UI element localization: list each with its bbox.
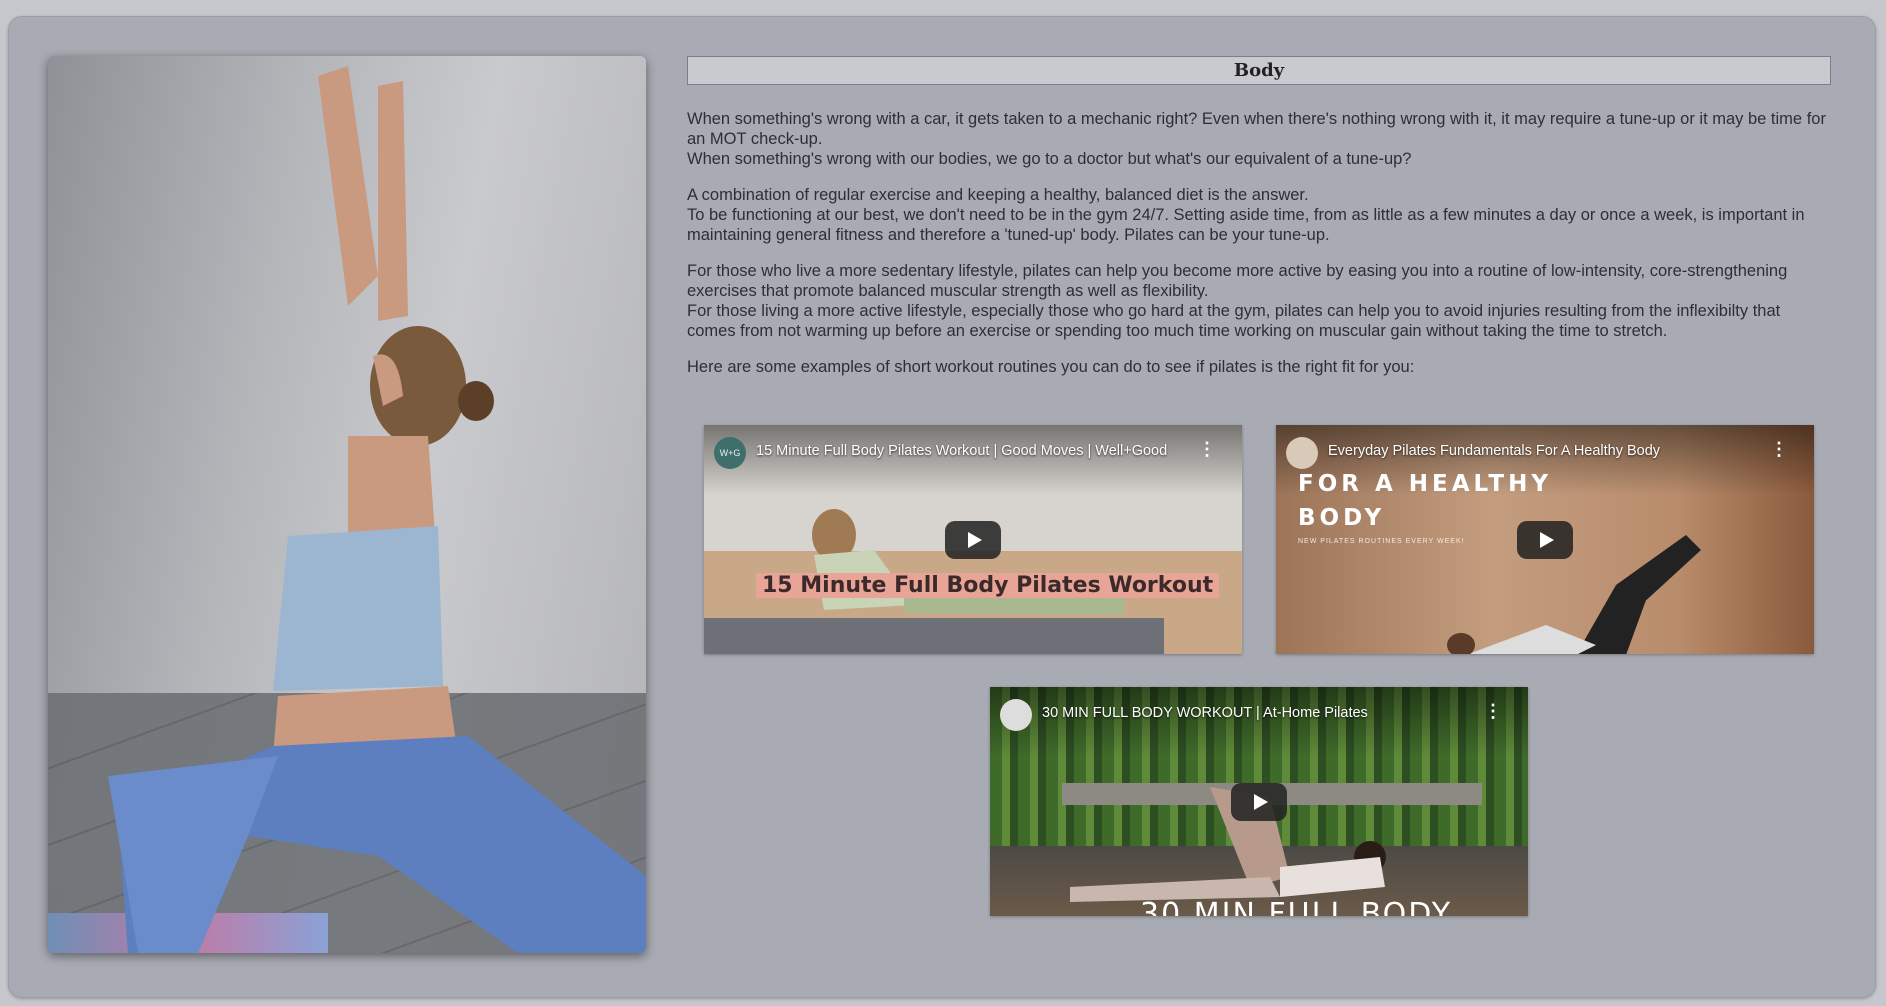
paragraph: Here are some examples of short workout … <box>687 357 1831 377</box>
main-content: Body When something's wrong with a car, … <box>687 56 1831 393</box>
video-3-title[interactable]: 30 MIN FULL BODY WORKOUT | At-Home Pilat… <box>1042 705 1368 721</box>
video-2-title[interactable]: Everyday Pilates Fundamentals For A Heal… <box>1328 443 1660 459</box>
video-3-thumbnail-figure <box>1070 787 1386 902</box>
more-options-icon[interactable]: ⋮ <box>1770 439 1788 460</box>
channel-avatar-icon[interactable] <box>1000 699 1032 731</box>
paragraph-line: Here are some examples of short workout … <box>687 358 1415 376</box>
yoga-pose-figure <box>108 66 646 953</box>
paragraph-line: For those living a more active lifestyle… <box>687 302 1781 340</box>
video-1-thumbnail-text: 15 Minute Full Body Pilates Workout <box>756 573 1220 598</box>
body-text: When something's wrong with a car, it ge… <box>687 109 1831 377</box>
thumbnail-text-line: BODY <box>1298 505 1386 531</box>
more-options-icon[interactable]: ⋮ <box>1484 701 1502 722</box>
channel-avatar-icon[interactable]: W+G <box>714 437 746 469</box>
paragraph-line: A combination of regular exercise and ke… <box>687 186 1309 204</box>
video-embed-2[interactable]: Everyday Pilates Fundamentals For A Heal… <box>1276 425 1814 654</box>
paragraph-line: When something's wrong with a car, it ge… <box>687 110 1826 148</box>
paragraph: A combination of regular exercise and ke… <box>687 185 1831 245</box>
video-3-thumbnail-text: 30 MIN FULL BODY <box>1140 897 1453 916</box>
video-embed-1[interactable]: W+G 15 Minute Full Body Pilates Workout … <box>704 425 1242 654</box>
paragraph: When something's wrong with a car, it ge… <box>687 109 1831 169</box>
paragraph: For those who live a more sedentary life… <box>687 261 1831 341</box>
play-icon[interactable] <box>1517 521 1573 559</box>
paragraph-line: When something's wrong with our bodies, … <box>687 150 1412 168</box>
video-3-title-shade <box>990 687 1528 757</box>
video-1-title-shade <box>704 425 1242 495</box>
video-2-thumbnail-text: FOR A HEALTHY BODY <box>1298 467 1552 535</box>
yoga-hero-image <box>48 56 646 953</box>
channel-avatar-icon[interactable] <box>1286 437 1318 469</box>
video-2-thumbnail-subtext: NEW PILATES ROUTINES EVERY WEEK! <box>1298 538 1465 545</box>
section-title: Body <box>687 56 1831 85</box>
thumbnail-text-line: FOR A HEALTHY <box>1298 471 1552 497</box>
video-1-mat <box>704 618 1164 654</box>
video-1-title[interactable]: 15 Minute Full Body Pilates Workout | Go… <box>756 443 1167 459</box>
play-icon[interactable] <box>945 521 1001 559</box>
play-icon[interactable] <box>1231 783 1287 821</box>
paragraph-line: To be functioning at our best, we don't … <box>687 206 1805 244</box>
more-options-icon[interactable]: ⋮ <box>1198 439 1216 460</box>
video-embed-3[interactable]: 30 MIN FULL BODY WORKOUT | At-Home Pilat… <box>990 687 1528 916</box>
paragraph-line: For those who live a more sedentary life… <box>687 262 1788 300</box>
